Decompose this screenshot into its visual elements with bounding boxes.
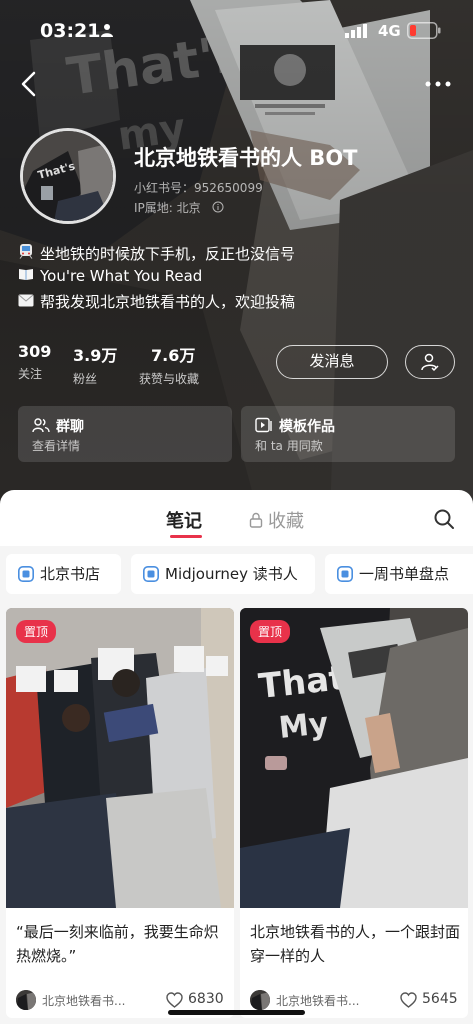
author-avatar[interactable] <box>16 990 36 1010</box>
focus-person-icon <box>101 24 113 37</box>
signal-icon <box>345 24 367 38</box>
stat-likes[interactable]: 7.6万 获赞与收藏 <box>139 342 199 387</box>
collection-icon <box>143 566 159 582</box>
note-cover-image <box>6 608 234 908</box>
collection-icon <box>337 566 353 582</box>
lock-icon <box>249 512 263 528</box>
collection-chip[interactable]: Midjourney 读书人 <box>131 554 315 594</box>
battery-icon <box>407 22 441 39</box>
notes-feed: 置顶 “最后一刻来临前，我要生命炽热燃烧。” 北京地铁看书... 6830 Th… <box>0 602 473 1024</box>
heart-icon[interactable] <box>166 992 183 1008</box>
group-icon <box>32 418 50 433</box>
user-check-icon <box>421 353 439 372</box>
stat-following-count: 309 <box>18 342 52 361</box>
status-bar: 03:21 4G <box>0 0 473 60</box>
author-name[interactable]: 北京地铁看书... <box>276 992 359 1009</box>
note-card[interactable]: That's My 置顶 北京地铁看书的人，一个跟封面穿一样的人 北京地铁看书.… <box>240 608 468 1018</box>
bio-line-2: You're What You Read <box>18 267 458 285</box>
status-time: 03:21 <box>40 20 101 42</box>
profile-name: 北京地铁看书的人 BOT <box>134 146 358 170</box>
stat-following[interactable]: 309 关注 <box>18 342 51 382</box>
template-works-sub: 和 ta 用同款 <box>255 439 323 453</box>
stat-followers-count: 3.9万 <box>73 346 118 365</box>
ip-location-text: IP属地: 北京 <box>134 201 201 215</box>
book-emoji-icon <box>18 267 36 285</box>
envelope-emoji-icon <box>18 293 36 311</box>
stat-following-label: 关注 <box>18 367 43 381</box>
stat-likes-count: 7.6万 <box>151 346 196 365</box>
like-count: 6830 <box>188 991 224 1007</box>
collection-label: Midjourney 读书人 <box>165 565 298 583</box>
note-title: “最后一刻来临前，我要生命炽热燃烧。” <box>16 923 219 965</box>
like-count: 5645 <box>422 991 458 1007</box>
tab-bar: 笔记 收藏 <box>0 490 473 546</box>
bio-text-1: 坐地铁的时候放下手机，反正也没信号 <box>40 245 296 263</box>
search-icon[interactable] <box>433 508 455 530</box>
pinned-badge: 置顶 <box>16 620 57 643</box>
template-works-title: 模板作品 <box>279 419 335 435</box>
bio-line-1: 坐地铁的时候放下手机，反正也没信号 <box>18 243 458 264</box>
heart-icon[interactable] <box>400 992 417 1008</box>
author-name[interactable]: 北京地铁看书... <box>42 992 125 1009</box>
note-footer: 北京地铁看书... 6830 <box>16 988 228 1012</box>
home-indicator[interactable] <box>168 1010 305 1015</box>
template-icon <box>255 417 272 433</box>
active-tab-indicator <box>170 535 202 538</box>
network-type: 4G <box>378 22 401 40</box>
collection-icon <box>18 566 34 582</box>
note-cover <box>6 608 234 908</box>
profile-header: That's my 03:21 4G <box>0 0 473 520</box>
bio-text-3: 帮我发现北京地铁看书的人，欢迎投稿 <box>40 293 296 311</box>
info-icon[interactable] <box>212 201 224 213</box>
note-title: 北京地铁看书的人，一个跟封面穿一样的人 <box>250 923 461 965</box>
collection-label: 一周书单盘点 <box>359 565 450 583</box>
content-sheet: 笔记 收藏 北京书店 Midjourney 读书人 一周书单盘点 置顶 “最后一… <box>0 490 473 1024</box>
stat-followers-label: 粉丝 <box>73 372 98 386</box>
back-icon[interactable] <box>14 66 44 102</box>
group-chat-title: 群聊 <box>56 419 84 435</box>
collection-chip[interactable]: 一周书单盘点 <box>325 554 473 594</box>
stat-followers[interactable]: 3.9万 粉丝 <box>73 342 117 387</box>
group-chat-card[interactable]: 群聊 查看详情 <box>18 406 232 462</box>
author-avatar[interactable] <box>250 990 270 1010</box>
stat-likes-label: 获赞与收藏 <box>139 372 200 386</box>
pinned-badge: 置顶 <box>250 620 291 643</box>
collection-chip[interactable]: 北京书店 <box>6 554 121 594</box>
collection-label: 北京书店 <box>40 565 101 583</box>
follow-status-button[interactable] <box>405 345 455 379</box>
tab-notes[interactable]: 笔记 <box>166 507 202 533</box>
more-icon[interactable] <box>420 72 456 96</box>
bio-line-3: 帮我发现北京地铁看书的人，欢迎投稿 <box>18 291 458 312</box>
collections-row: 北京书店 Midjourney 读书人 一周书单盘点 <box>0 546 473 602</box>
metro-emoji-icon <box>18 243 36 263</box>
template-works-card[interactable]: 模板作品 和 ta 用同款 <box>241 406 455 462</box>
note-card[interactable]: 置顶 “最后一刻来临前，我要生命炽热燃烧。” 北京地铁看书... 6830 <box>6 608 234 1018</box>
bio-text-2: You're What You Read <box>40 267 203 285</box>
ip-location: IP属地: 北京 <box>134 199 224 216</box>
avatar[interactable]: That's <box>20 128 116 224</box>
group-chat-sub: 查看详情 <box>32 439 81 453</box>
message-button[interactable]: 发消息 <box>276 345 388 379</box>
note-cover: That's My <box>240 608 468 908</box>
profile-id[interactable]: 小红书号：952650099 <box>134 179 263 196</box>
note-footer: 北京地铁看书... 5645 <box>250 988 462 1012</box>
note-cover-image: That's My <box>240 608 468 908</box>
svg-text:My: My <box>277 706 330 746</box>
tab-favorites[interactable]: 收藏 <box>268 507 304 533</box>
